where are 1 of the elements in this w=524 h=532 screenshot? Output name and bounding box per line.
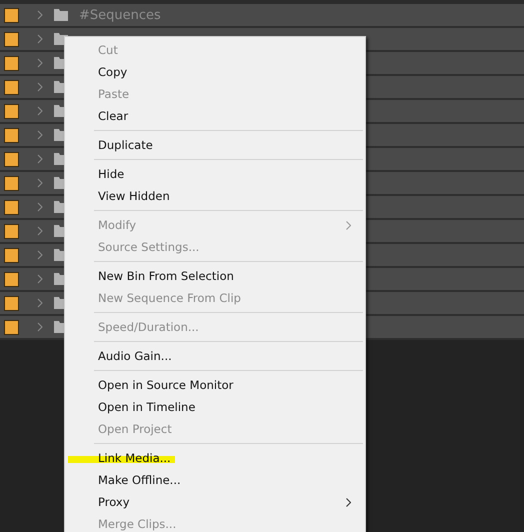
bin-name: #Sequences bbox=[79, 8, 161, 22]
